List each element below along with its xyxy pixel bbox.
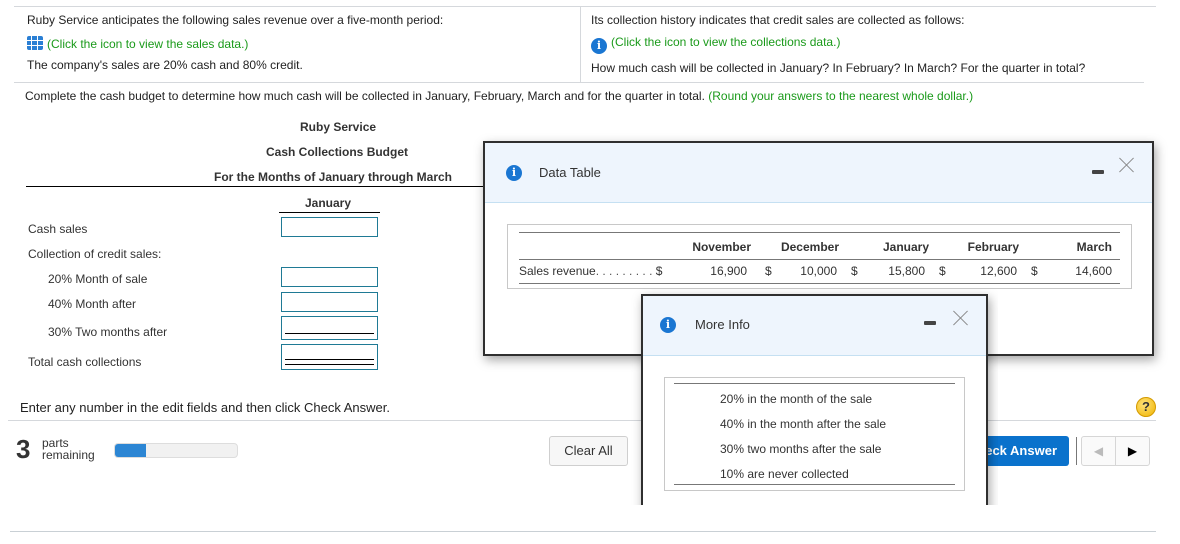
row-label-collection-credit: Collection of credit sales: — [28, 247, 162, 261]
table-top-rule — [519, 232, 1120, 233]
sales-revenue-row: Sales revenue. . . . . . . . . $ 16,900 … — [519, 259, 1120, 283]
close-icon[interactable] — [1119, 157, 1135, 173]
header-february: February — [967, 239, 1019, 254]
budget-company: Ruby Service — [300, 120, 377, 134]
more-info-dialog: i More Info 20% in the month of the sale… — [641, 294, 988, 505]
problem-note-left: The company's sales are 20% cash and 80%… — [27, 58, 303, 72]
collection-term: 30% two months after the sale — [720, 442, 882, 456]
row-label-total: Total cash collections — [28, 355, 142, 369]
collections-data-frame: 20% in the month of the sale 40% in the … — [664, 377, 965, 491]
two-months-after-january-input[interactable] — [281, 316, 378, 340]
footer-hint: Enter any number in the edit fields and … — [20, 400, 390, 415]
sales-table-header-row: November December January February March — [519, 235, 1120, 259]
header-december: December — [780, 239, 839, 254]
button-separator — [1076, 437, 1077, 465]
progress-bar — [114, 443, 238, 458]
parts-remaining-count: 3 — [16, 434, 31, 464]
collection-term: 20% in the month of the sale — [720, 392, 873, 406]
sales-revenue-label: Sales revenue. . . . . . . . . $ — [519, 264, 663, 278]
sales-data-link[interactable]: (Click the icon to view the sales data.) — [27, 36, 248, 51]
header-label — [519, 235, 671, 259]
sales-data-link-text[interactable]: (Click the icon to view the sales data.) — [47, 37, 248, 51]
sales-data-frame: November December January February March… — [507, 224, 1132, 289]
table-grid-icon[interactable] — [27, 36, 43, 50]
data-table-dialog-title: Data Table — [539, 165, 601, 180]
remaining-label: remaining — [42, 448, 95, 462]
budget-period: For the Months of January through March — [214, 170, 453, 184]
collections-data-link-text[interactable]: (Click the icon to view the collections … — [611, 35, 840, 49]
progress-fill — [115, 444, 146, 457]
collections-data-link[interactable]: i (Click the icon to view the collections… — [591, 35, 840, 54]
sales-november: 16,900 — [710, 264, 747, 278]
help-icon[interactable]: ? — [1136, 397, 1156, 417]
instruction-text: Complete the cash budget to determine ho… — [25, 89, 705, 103]
data-table-dialog-header[interactable]: i Data Table — [485, 143, 1152, 203]
info-icon: i — [660, 317, 676, 333]
month-of-sale-january-input[interactable] — [281, 267, 378, 287]
vertical-divider — [580, 6, 581, 82]
row-label-month-after: 40% Month after — [48, 297, 137, 311]
minimize-icon[interactable] — [924, 321, 936, 325]
total-collections-january-input[interactable] — [281, 344, 378, 370]
sales-december: $10,000 — [765, 264, 837, 278]
problem-intro-right: Its collection history indicates that cr… — [591, 13, 965, 27]
sales-january: $15,800 — [851, 264, 925, 278]
cash-sales-january-input[interactable] — [281, 217, 378, 237]
header-march: March — [1076, 239, 1112, 254]
more-info-dialog-title: More Info — [695, 317, 750, 332]
minimize-icon[interactable] — [1092, 170, 1104, 174]
previous-button[interactable]: ◀ — [1082, 437, 1116, 465]
top-divider — [14, 6, 1156, 7]
header-january: January — [882, 239, 929, 254]
sales-february: $12,600 — [939, 264, 1017, 278]
instruction-hint: (Round your answers to the nearest whole… — [708, 89, 974, 103]
collection-term: 10% are never collected — [720, 467, 849, 481]
question-navigation: ◀ ▶ — [1081, 436, 1150, 466]
collections-bottom-rule — [674, 484, 955, 485]
row-label-month-of-sale: 20% Month of sale — [48, 272, 148, 286]
sales-data-table: November December January February March… — [519, 235, 1120, 284]
row-label-two-months-after: 30% Two months after — [48, 325, 168, 339]
column-header-january: January — [305, 196, 352, 210]
problem-divider — [14, 82, 1144, 83]
info-icon: i — [506, 165, 522, 181]
budget-title: Cash Collections Budget — [266, 145, 409, 159]
next-button[interactable]: ▶ — [1116, 437, 1149, 465]
info-icon[interactable]: i — [591, 38, 607, 54]
instruction: Complete the cash budget to determine ho… — [25, 89, 973, 103]
bottom-divider — [10, 531, 1156, 532]
clear-all-button[interactable]: Clear All — [549, 436, 628, 466]
parts-remaining-label: parts remaining — [42, 437, 95, 461]
budget-header-rule — [26, 186, 486, 187]
column-header-rule — [279, 212, 380, 213]
close-icon[interactable] — [953, 310, 969, 326]
header-november: November — [692, 239, 751, 254]
collection-term: 40% in the month after the sale — [720, 417, 887, 431]
month-after-january-input[interactable] — [281, 292, 378, 312]
sales-march: $14,600 — [1031, 264, 1112, 278]
collections-top-rule — [674, 383, 955, 384]
more-info-dialog-header[interactable]: i More Info — [643, 296, 986, 356]
problem-question: How much cash will be collected in Janua… — [591, 61, 1086, 75]
row-label-cash-sales: Cash sales — [28, 222, 88, 236]
problem-intro-left: Ruby Service anticipates the following s… — [27, 13, 444, 27]
